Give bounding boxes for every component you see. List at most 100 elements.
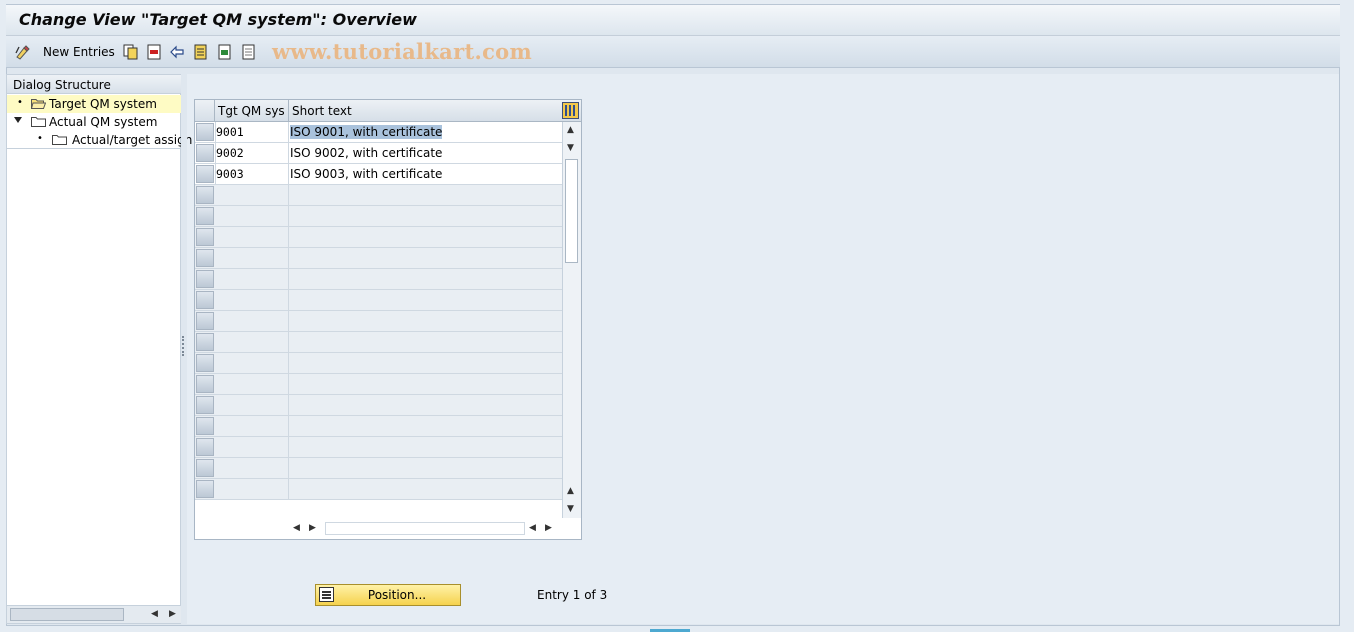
- deselect-all-icon[interactable]: [241, 44, 257, 60]
- empty-table-row[interactable]: [195, 437, 562, 458]
- row-selector[interactable]: [196, 375, 214, 393]
- undo-change-icon[interactable]: [169, 44, 185, 60]
- row-selector[interactable]: [196, 249, 214, 267]
- scroll-track[interactable]: [325, 522, 525, 535]
- cell-tgt-qm-sys[interactable]: 9002: [216, 146, 244, 160]
- cell-divider: [288, 143, 289, 163]
- row-selector[interactable]: [196, 207, 214, 225]
- cell-divider: [288, 206, 289, 226]
- cell-short-text[interactable]: ISO 9003, with certificate: [290, 167, 442, 181]
- tree-item-actual-target-assign[interactable]: • Actual/target assign: [7, 131, 192, 149]
- table-row[interactable]: 9001 ISO 9001, with certificate: [195, 122, 562, 143]
- row-selector[interactable]: [196, 480, 214, 498]
- scroll-thumb[interactable]: [565, 159, 578, 263]
- position-button-label: Position...: [367, 588, 427, 602]
- empty-table-row[interactable]: [195, 206, 562, 227]
- expand-triangle-icon[interactable]: [14, 117, 22, 123]
- cell-short-text[interactable]: ISO 9002, with certificate: [290, 146, 442, 160]
- row-selector[interactable]: [196, 312, 214, 330]
- panel-splitter[interactable]: [181, 74, 187, 624]
- row-selector[interactable]: [196, 354, 214, 372]
- cell-divider: [288, 290, 289, 310]
- select-block-icon[interactable]: [217, 44, 233, 60]
- column-header-tgt-qm-sys[interactable]: Tgt QM sys: [218, 104, 285, 118]
- cell-divider: [288, 437, 289, 457]
- dialog-structure-scrollbar[interactable]: ◀ ▶: [7, 605, 182, 623]
- display-change-icon[interactable]: [15, 44, 31, 60]
- row-selector[interactable]: [196, 270, 214, 288]
- entry-counter: Entry 1 of 3: [537, 588, 608, 602]
- cell-divider: [288, 395, 289, 415]
- open-folder-icon: [31, 99, 46, 109]
- scroll-thumb[interactable]: [10, 608, 124, 621]
- select-all-rows-button[interactable]: [195, 100, 215, 122]
- position-button[interactable]: Position...: [315, 584, 461, 606]
- cell-divider: [288, 353, 289, 373]
- empty-table-row[interactable]: [195, 185, 562, 206]
- folder-icon: [31, 117, 46, 127]
- tree-item-actual-qm-system[interactable]: Actual QM system: [7, 113, 182, 131]
- new-entries-button[interactable]: New Entries: [43, 45, 115, 59]
- empty-table-row[interactable]: [195, 290, 562, 311]
- select-all-icon[interactable]: [193, 44, 209, 60]
- empty-table-row[interactable]: [195, 248, 562, 269]
- empty-table-row[interactable]: [195, 374, 562, 395]
- table-settings-icon[interactable]: [562, 102, 579, 119]
- scroll-down-icon[interactable]: ▼: [567, 143, 574, 153]
- page-title: Change View "Target QM system": Overview: [19, 10, 417, 29]
- row-selector[interactable]: [196, 123, 214, 141]
- dialog-structure-panel: Dialog Structure • Target QM system Actu…: [6, 74, 192, 624]
- empty-table-row[interactable]: [195, 458, 562, 479]
- cell-tgt-qm-sys[interactable]: 9003: [216, 167, 244, 181]
- cell-divider: [288, 458, 289, 478]
- row-selector[interactable]: [196, 144, 214, 162]
- row-selector[interactable]: [196, 417, 214, 435]
- delete-icon[interactable]: [146, 44, 162, 60]
- folder-icon: [52, 135, 67, 145]
- scroll-right-icon[interactable]: ▶: [309, 523, 316, 533]
- table-horizontal-scrollbar[interactable]: ◀ ▶ ◀ ▶: [289, 520, 562, 538]
- cell-tgt-qm-sys[interactable]: 9001: [216, 125, 244, 139]
- cell-divider: [288, 227, 289, 247]
- cell-divider: [288, 416, 289, 436]
- table-row[interactable]: 9002 ISO 9002, with certificate: [195, 143, 562, 164]
- empty-table-row[interactable]: [195, 353, 562, 374]
- row-selector[interactable]: [196, 459, 214, 477]
- cell-short-text[interactable]: ISO 9001, with certificate: [290, 125, 443, 139]
- tree-item-target-qm-system[interactable]: • Target QM system: [7, 95, 182, 113]
- row-selector[interactable]: [196, 291, 214, 309]
- row-selector[interactable]: [196, 165, 214, 183]
- row-selector[interactable]: [196, 228, 214, 246]
- empty-table-row[interactable]: [195, 479, 562, 500]
- empty-table-row[interactable]: [195, 227, 562, 248]
- dialog-structure-header: Dialog Structure: [7, 75, 182, 94]
- scroll-left-icon[interactable]: ◀: [529, 523, 536, 533]
- scroll-page-down-icon[interactable]: ▼: [567, 504, 574, 514]
- scroll-right-icon[interactable]: ▶: [545, 523, 552, 533]
- cell-divider: [288, 479, 289, 499]
- scroll-right-icon[interactable]: ▶: [169, 609, 176, 619]
- row-selector[interactable]: [196, 333, 214, 351]
- copy-as-icon[interactable]: [123, 44, 139, 60]
- empty-table-row[interactable]: [195, 395, 562, 416]
- scroll-up-icon[interactable]: ▲: [567, 125, 574, 135]
- table-row[interactable]: 9003 ISO 9003, with certificate: [195, 164, 562, 185]
- scroll-left-icon[interactable]: ◀: [151, 609, 158, 619]
- tree-bullet-icon: •: [17, 97, 23, 108]
- empty-table-row[interactable]: [195, 332, 562, 353]
- empty-table-row[interactable]: [195, 311, 562, 332]
- scroll-page-up-icon[interactable]: ▲: [567, 486, 574, 496]
- empty-table-row[interactable]: [195, 269, 562, 290]
- row-selector[interactable]: [196, 438, 214, 456]
- cell-divider: [288, 164, 289, 184]
- scroll-left-icon[interactable]: ◀: [293, 523, 300, 533]
- watermark: www.tutorialkart.com: [272, 39, 532, 64]
- table-vertical-scrollbar[interactable]: ▲ ▼ ▲ ▼: [562, 122, 581, 518]
- empty-table-row[interactable]: [195, 416, 562, 437]
- row-selector[interactable]: [196, 396, 214, 414]
- splitter-grip-icon[interactable]: [182, 336, 184, 356]
- cell-divider: [288, 185, 289, 205]
- column-header-short-text[interactable]: Short text: [292, 104, 352, 118]
- row-selector[interactable]: [196, 186, 214, 204]
- cell-divider: [288, 269, 289, 289]
